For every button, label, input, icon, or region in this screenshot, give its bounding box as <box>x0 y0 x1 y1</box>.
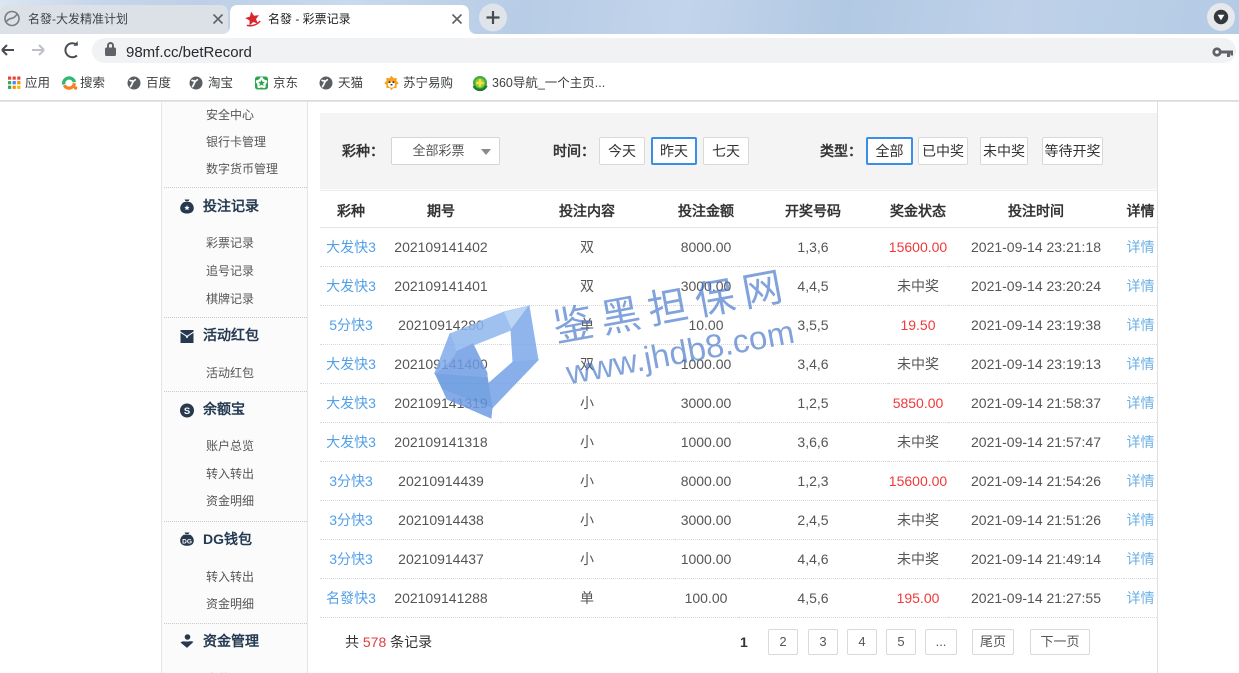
svg-text:S: S <box>184 406 190 417</box>
svg-text:DG: DG <box>182 539 192 546</box>
